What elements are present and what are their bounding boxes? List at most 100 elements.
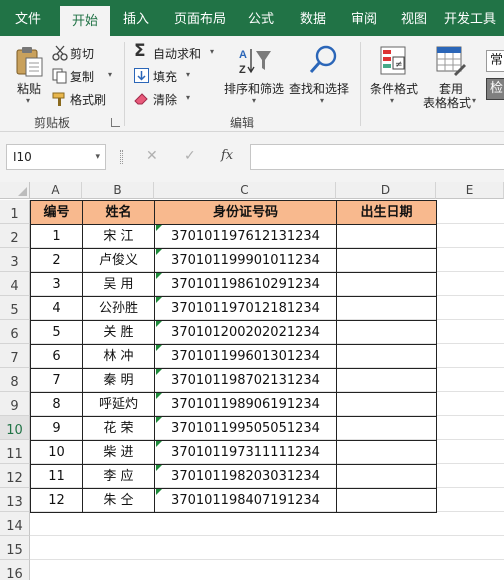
table-cell[interactable]: 370101197012181234: [154, 296, 337, 321]
row-header[interactable]: 2: [0, 224, 30, 248]
table-cell[interactable]: 4: [30, 296, 83, 321]
table-cell[interactable]: [336, 464, 437, 489]
format-painter-button[interactable]: 格式刷: [52, 90, 114, 108]
row-header[interactable]: 7: [0, 344, 30, 368]
autosum-button[interactable]: Σ 自动求和 ▾: [134, 41, 220, 62]
tab-view[interactable]: 视图: [392, 0, 436, 36]
table-cell[interactable]: [336, 296, 437, 321]
insert-function-button[interactable]: fx: [221, 148, 233, 163]
select-all-corner[interactable]: [0, 182, 30, 199]
sort-filter-button[interactable]: A Z 排序和筛选 ▾: [222, 42, 288, 108]
row-header[interactable]: 1: [0, 200, 30, 224]
table-cell[interactable]: 370101198610291234: [154, 272, 337, 297]
table-cell[interactable]: 9: [30, 416, 83, 441]
table-cell[interactable]: 370101199505051234: [154, 416, 337, 441]
worksheet-grid[interactable]: A B C D E 1 2 3 4 5 6 7 8 9 10 11 12 13 14 15 16 编号 姓名 身份…: [0, 182, 504, 580]
copy-button[interactable]: 复制 ▾: [52, 67, 118, 85]
table-cell[interactable]: [336, 416, 437, 441]
table-cell[interactable]: 朱 仝: [82, 488, 155, 513]
row-header[interactable]: 8: [0, 368, 30, 392]
row-header[interactable]: 14: [0, 512, 30, 536]
tab-home[interactable]: 开始: [60, 6, 110, 36]
cancel-button[interactable]: ✕: [146, 148, 158, 164]
conditional-format-button[interactable]: ≠ 条件格式 ▾: [366, 42, 422, 108]
table-cell[interactable]: 呼延灼: [82, 392, 155, 417]
table-cell[interactable]: 柴 进: [82, 440, 155, 465]
table-cell[interactable]: 370101198702131234: [154, 368, 337, 393]
tab-file[interactable]: 文件: [2, 0, 54, 36]
table-cell[interactable]: 10: [30, 440, 83, 465]
column-header-c[interactable]: C: [154, 182, 336, 199]
row-header[interactable]: 13: [0, 488, 30, 512]
tab-developer[interactable]: 开发工具: [444, 0, 504, 36]
table-cell[interactable]: [336, 440, 437, 465]
row-header[interactable]: 12: [0, 464, 30, 488]
row-header[interactable]: 11: [0, 440, 30, 464]
row-header[interactable]: 10: [0, 416, 30, 440]
table-cell[interactable]: 370101198906191234: [154, 392, 337, 417]
tab-data[interactable]: 数据: [290, 0, 336, 36]
table-cell[interactable]: 宋 江: [82, 224, 155, 249]
row-header[interactable]: 5: [0, 296, 30, 320]
find-select-button[interactable]: 查找和选择 ▾: [288, 42, 358, 108]
enter-button[interactable]: ✓: [184, 148, 196, 164]
table-cell[interactable]: 花 荣: [82, 416, 155, 441]
format-as-table-button[interactable]: 套用 表格格式 ▾: [422, 42, 480, 114]
cut-button[interactable]: 剪切: [52, 44, 112, 62]
table-cell[interactable]: 12: [30, 488, 83, 513]
column-header-d[interactable]: D: [336, 182, 436, 199]
table-header-cell[interactable]: 出生日期: [336, 200, 437, 225]
table-cell[interactable]: 吴 用: [82, 272, 155, 297]
table-cell[interactable]: 卢俊义: [82, 248, 155, 273]
column-header-a[interactable]: A: [30, 182, 82, 199]
clear-button[interactable]: 清除 ▾: [134, 90, 198, 108]
table-cell[interactable]: 李 应: [82, 464, 155, 489]
table-cell[interactable]: [336, 248, 437, 273]
table-cell[interactable]: 370101198203031234: [154, 464, 337, 489]
table-cell[interactable]: 370101198407191234: [154, 488, 337, 513]
column-header-e[interactable]: E: [436, 182, 504, 199]
table-cell[interactable]: 6: [30, 344, 83, 369]
table-cell[interactable]: 公孙胜: [82, 296, 155, 321]
table-cell[interactable]: 林 冲: [82, 344, 155, 369]
table-header-cell[interactable]: 身份证号码: [154, 200, 337, 225]
table-cell[interactable]: 370101200202021234: [154, 320, 337, 345]
dialog-launcher-icon[interactable]: [111, 118, 120, 127]
table-cell[interactable]: [336, 344, 437, 369]
table-cell[interactable]: 1: [30, 224, 83, 249]
formula-input[interactable]: [250, 144, 504, 170]
tab-page-layout[interactable]: 页面布局: [166, 0, 234, 36]
name-box[interactable]: I10 ▾: [6, 144, 106, 170]
row-header[interactable]: 3: [0, 248, 30, 272]
table-cell[interactable]: [336, 224, 437, 249]
resize-grip-icon[interactable]: [120, 150, 123, 164]
paste-button[interactable]: 粘贴 ▾: [8, 42, 50, 106]
row-header[interactable]: 6: [0, 320, 30, 344]
table-cell[interactable]: 370101197612131234: [154, 224, 337, 249]
table-cell[interactable]: 秦 明: [82, 368, 155, 393]
cell-style-check[interactable]: 检: [486, 78, 504, 100]
table-cell[interactable]: 11: [30, 464, 83, 489]
fill-button[interactable]: 填充 ▾: [134, 67, 198, 85]
table-cell[interactable]: [336, 368, 437, 393]
table-cell[interactable]: 5: [30, 320, 83, 345]
tab-review[interactable]: 审阅: [342, 0, 386, 36]
table-cell[interactable]: 7: [30, 368, 83, 393]
row-header[interactable]: 15: [0, 536, 30, 560]
table-cell[interactable]: [336, 320, 437, 345]
row-header[interactable]: 4: [0, 272, 30, 296]
table-header-cell[interactable]: 编号: [30, 200, 83, 225]
table-header-cell[interactable]: 姓名: [82, 200, 155, 225]
tab-formulas[interactable]: 公式: [240, 0, 282, 36]
table-cell[interactable]: 关 胜: [82, 320, 155, 345]
row-header[interactable]: 9: [0, 392, 30, 416]
table-cell[interactable]: 370101199601301234: [154, 344, 337, 369]
table-cell[interactable]: 370101199901011234: [154, 248, 337, 273]
table-cell[interactable]: [336, 488, 437, 513]
cell-style-normal[interactable]: 常: [486, 50, 504, 72]
table-cell[interactable]: [336, 272, 437, 297]
column-header-b[interactable]: B: [82, 182, 154, 199]
tab-insert[interactable]: 插入: [112, 0, 160, 36]
table-cell[interactable]: 8: [30, 392, 83, 417]
table-cell[interactable]: 3: [30, 272, 83, 297]
